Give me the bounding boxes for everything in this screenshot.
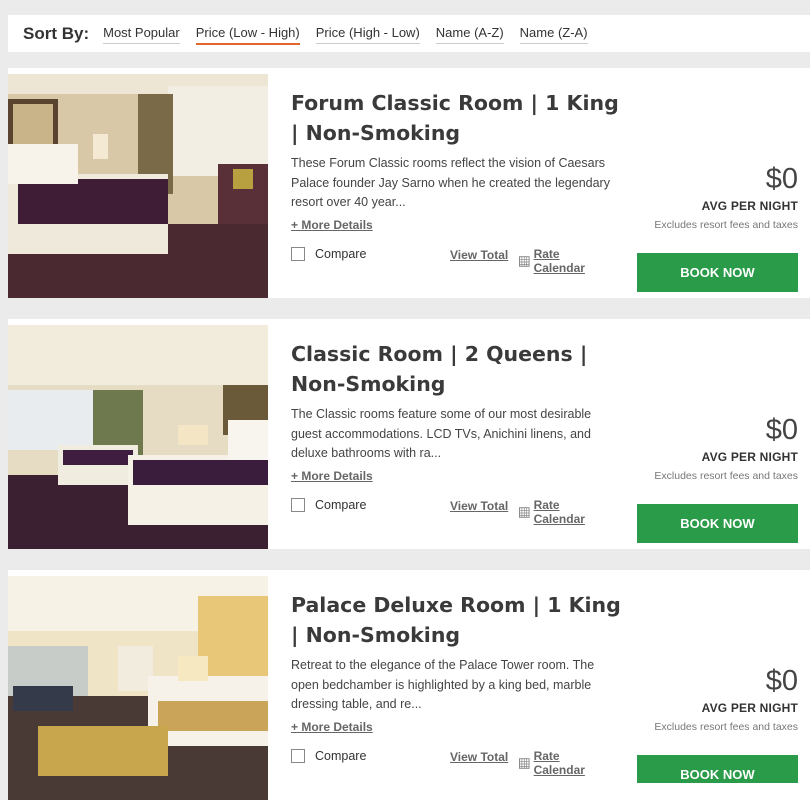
room-title[interactable]: Palace Deluxe Room | 1 King | Non-Smokin… xyxy=(291,590,621,650)
avg-per-night-label: AVG PER NIGHT xyxy=(701,199,798,213)
compare-label: Compare xyxy=(315,247,367,261)
room-info: Palace Deluxe Room | 1 King | Non-Smokin… xyxy=(291,590,621,736)
room-price: $0 xyxy=(765,414,798,446)
book-now-button[interactable]: BOOK NOW xyxy=(637,504,798,543)
room-photo[interactable] xyxy=(8,576,268,800)
room-description: These Forum Classic rooms reflect the vi… xyxy=(291,156,610,209)
view-total-link[interactable]: View Total xyxy=(450,499,508,513)
price-block: $0 AVG PER NIGHT Excludes resort fees an… xyxy=(637,665,798,733)
room-actions: Compare View Total Rate Calendar xyxy=(291,247,611,275)
avg-per-night-label: AVG PER NIGHT xyxy=(701,450,798,464)
price-block: $0 AVG PER NIGHT Excludes resort fees an… xyxy=(637,163,798,231)
view-total-link[interactable]: View Total xyxy=(450,248,508,262)
compare-checkbox[interactable] xyxy=(291,498,305,512)
calendar-icon xyxy=(519,255,530,267)
calendar-icon xyxy=(519,757,530,769)
excludes-fees-note: Excludes resort fees and taxes xyxy=(654,470,798,482)
rate-calendar-link[interactable]: Rate Calendar xyxy=(519,247,611,275)
rate-calendar-link[interactable]: Rate Calendar xyxy=(519,749,611,777)
sort-label: Sort By: xyxy=(23,23,90,43)
room-description: Retreat to the elegance of the Palace To… xyxy=(291,658,595,711)
more-details-link[interactable]: + More Details xyxy=(291,720,373,734)
room-actions: Compare View Total Rate Calendar xyxy=(291,498,611,526)
price-block: $0 AVG PER NIGHT Excludes resort fees an… xyxy=(637,414,798,482)
excludes-fees-note: Excludes resort fees and taxes xyxy=(654,721,798,733)
room-price: $0 xyxy=(765,163,798,195)
rate-calendar-link[interactable]: Rate Calendar xyxy=(519,498,611,526)
room-info: Forum Classic Room | 1 King | Non-Smokin… xyxy=(291,88,621,234)
excludes-fees-note: Excludes resort fees and taxes xyxy=(654,219,798,231)
room-price: $0 xyxy=(765,665,798,697)
room-card: Palace Deluxe Room | 1 King | Non-Smokin… xyxy=(8,570,810,800)
compare-label: Compare xyxy=(315,749,367,763)
sort-name-z-a[interactable]: Name (Z-A) xyxy=(519,25,588,44)
rate-calendar-label: Rate Calendar xyxy=(533,749,585,777)
room-info: Classic Room | 2 Queens | Non-Smoking Th… xyxy=(291,339,621,485)
room-title[interactable]: Forum Classic Room | 1 King | Non-Smokin… xyxy=(291,88,621,148)
sort-most-popular[interactable]: Most Popular xyxy=(103,25,180,44)
rate-calendar-label: Rate Calendar xyxy=(533,247,585,275)
compare-label: Compare xyxy=(315,498,367,512)
avg-per-night-label: AVG PER NIGHT xyxy=(701,701,798,715)
room-title[interactable]: Classic Room | 2 Queens | Non-Smoking xyxy=(291,339,621,399)
sort-price-low-high[interactable]: Price (Low - High) xyxy=(195,25,300,45)
sort-bar: Sort By: Most Popular Price (Low - High)… xyxy=(8,15,810,52)
compare-control[interactable]: Compare xyxy=(291,247,366,261)
room-actions: Compare View Total Rate Calendar xyxy=(291,749,611,777)
book-now-button[interactable]: BOOK NOW xyxy=(637,755,798,783)
room-card: Classic Room | 2 Queens | Non-Smoking Th… xyxy=(8,319,810,549)
sort-price-high-low[interactable]: Price (High - Low) xyxy=(315,25,420,44)
rate-calendar-label: Rate Calendar xyxy=(533,498,585,526)
view-total-link[interactable]: View Total xyxy=(450,750,508,764)
room-photo[interactable] xyxy=(8,325,268,549)
compare-checkbox[interactable] xyxy=(291,247,305,261)
compare-checkbox[interactable] xyxy=(291,749,305,763)
more-details-link[interactable]: + More Details xyxy=(291,218,373,232)
calendar-icon xyxy=(519,506,530,518)
compare-control[interactable]: Compare xyxy=(291,498,366,512)
sort-name-a-z[interactable]: Name (A-Z) xyxy=(435,25,504,44)
room-description: The Classic rooms feature some of our mo… xyxy=(291,407,592,460)
room-card: Forum Classic Room | 1 King | Non-Smokin… xyxy=(8,68,810,298)
more-details-link[interactable]: + More Details xyxy=(291,469,373,483)
compare-control[interactable]: Compare xyxy=(291,749,366,763)
book-now-button[interactable]: BOOK NOW xyxy=(637,253,798,292)
room-photo[interactable] xyxy=(8,74,268,298)
